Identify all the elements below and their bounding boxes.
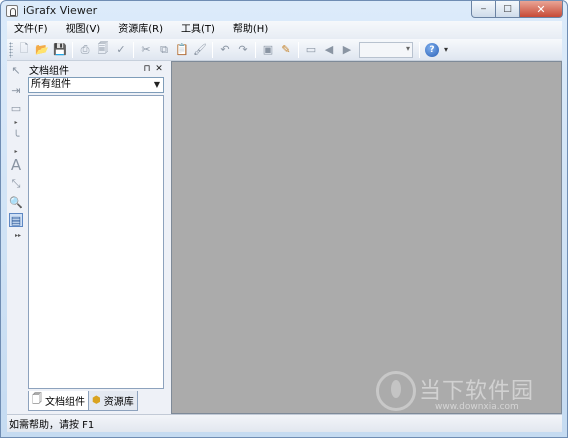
maximize-button[interactable]: □ [496,1,520,18]
stamp-icon[interactable]: ▣ [260,42,276,58]
rectangle-tool-expand-icon[interactable]: ▸ [9,118,23,126]
copy-icon[interactable]: ⧉ [156,42,172,58]
tool-strip-more-icon[interactable]: ▸▸ [11,231,25,239]
panel-close-icon[interactable]: ✕ [153,64,165,74]
window-controls: ‒ □ ✕ [471,1,563,18]
print-preview-icon[interactable]: 🗐 [95,42,111,58]
drawing-tool-strip: ↖ ⇥ ▭ ▸ ╰ ▸ A ⤡ 🔍 ▤ ▸▸ [7,61,25,414]
menu-bar: 文件(F) 视图(V) 资源库(R) 工具(T) 帮助(H) [7,21,562,39]
component-filter-value: 所有组件 [31,79,71,90]
line-tool-icon[interactable]: ╰ [9,129,23,143]
panel-pin-icon[interactable]: ⊓ [141,64,153,74]
toolbar-separator [72,41,73,58]
panel-header: 文档组件 ⊓ ✕ [27,61,165,77]
status-text: 如需帮助，请按 F1 [9,420,95,431]
status-bar: 如需帮助，请按 F1 [7,414,562,432]
document-canvas[interactable] [171,61,562,414]
tab-document-components[interactable]: 🗍 文档组件 [28,391,89,411]
menu-view[interactable]: 视图(V) [61,21,106,39]
help-icon: ? [425,42,439,57]
minimize-button[interactable]: ‒ [471,1,496,18]
title-bar[interactable]: iGrafx Viewer ‒ □ ✕ [1,1,567,21]
connector-tool-icon[interactable]: ⇥ [9,83,23,97]
watermark-text: 当下软件园 [419,379,535,404]
stretch-tool-icon[interactable]: ⤡ [9,177,23,191]
tab-label: 文档组件 [45,397,85,408]
app-icon[interactable] [6,5,18,17]
client-area: 文件(F) 视图(V) 资源库(R) 工具(T) 帮助(H) 🗋 📂 💾 ⎙ 🗐… [7,21,562,432]
menu-library[interactable]: 资源库(R) [113,21,168,39]
pencil-icon[interactable]: ✎ [278,42,294,58]
watermark-logo-icon [376,371,416,411]
help-button[interactable]: ? [424,42,440,58]
menu-file[interactable]: 文件(F) [9,21,53,39]
format-painter-icon[interactable]: 🖌 [192,42,208,58]
toolbar-separator [419,41,420,58]
window-title: iGrafx Viewer [23,4,98,17]
chevron-down-icon: ▼ [153,80,160,89]
tab-library[interactable]: ⬢ 资源库 [89,391,138,411]
screen-icon[interactable]: ▭ [303,42,319,58]
tab-label: 资源库 [103,397,134,408]
new-icon[interactable]: 🗋 [16,42,32,58]
zoom-tool-icon[interactable]: 🔍 [9,195,23,209]
undo-icon[interactable]: ↶ [217,42,233,58]
menu-help[interactable]: 帮助(H) [228,21,273,39]
document-components-icon: 🗍 [32,394,42,405]
menu-tools[interactable]: 工具(T) [176,21,220,39]
component-list[interactable] [28,95,164,389]
open-icon[interactable]: 📂 [34,42,50,58]
toolbar-overflow-icon[interactable]: ▾ [442,42,450,58]
toolbar-separator [298,41,299,58]
library-icon: ⬢ [92,395,101,406]
component-filter-select[interactable]: 所有组件 ▼ [28,77,164,93]
spell-check-icon[interactable]: ✓ [113,42,129,58]
toolbar-separator [212,41,213,58]
forward-icon[interactable]: ▶ [339,42,355,58]
panel-title: 文档组件 [29,65,69,77]
toolbar-separator [133,41,134,58]
line-tool-expand-icon[interactable]: ▸ [9,147,23,155]
panel-tabs: 🗍 文档组件 ⬢ 资源库 [28,391,164,412]
pointer-tool-icon[interactable]: ↖ [9,63,23,77]
print-icon[interactable]: ⎙ [77,42,93,58]
zoom-combo[interactable] [359,41,413,58]
save-icon[interactable]: 💾 [52,42,68,58]
redo-icon[interactable]: ↷ [235,42,251,58]
paste-icon[interactable]: 📋 [174,42,190,58]
close-button[interactable]: ✕ [520,1,563,18]
page-tool-icon[interactable]: ▤ [9,213,23,227]
cut-icon[interactable]: ✂ [138,42,154,58]
toolbar-grip[interactable] [9,41,13,58]
toolbar-separator [255,41,256,58]
watermark-url: www.downxia.com [435,402,519,412]
standard-toolbar: 🗋 📂 💾 ⎙ 🗐 ✓ ✂ ⧉ 📋 🖌 ↶ ↷ ▣ ✎ ▭ ◀ ▶ ? ▾ [7,39,562,61]
back-icon[interactable]: ◀ [321,42,337,58]
rectangle-tool-icon[interactable]: ▭ [9,101,23,115]
text-tool-icon[interactable]: A [9,156,23,174]
app-window: iGrafx Viewer ‒ □ ✕ 文件(F) 视图(V) 资源库(R) 工… [0,0,568,438]
document-components-panel: 文档组件 ⊓ ✕ 所有组件 ▼ 🗍 文档组件 ⬢ 资源库 [27,61,165,414]
